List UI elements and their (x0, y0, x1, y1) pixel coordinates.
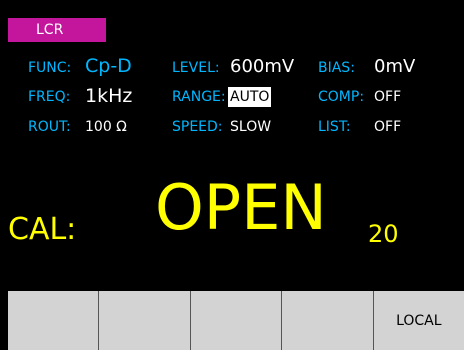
comp-value[interactable]: OFF (374, 89, 401, 105)
level-value[interactable]: 600mV (230, 56, 294, 77)
range-value[interactable]: AUTO (228, 87, 272, 107)
local-button[interactable]: LOCAL (373, 291, 464, 350)
tab-lcr[interactable]: LCR (8, 18, 106, 42)
speed-value[interactable]: SLOW (230, 119, 271, 135)
func-label: FUNC: (28, 60, 72, 76)
softkey-4[interactable] (282, 291, 374, 350)
cal-status: OPEN (155, 171, 327, 244)
bias-value[interactable]: 0mV (374, 56, 415, 77)
softkey-bar: LOCAL (8, 291, 464, 350)
comp-label: COMP: (318, 89, 365, 105)
list-label: LIST: (318, 119, 351, 135)
freq-value[interactable]: 1kHz (85, 85, 132, 107)
level-label: LEVEL: (172, 60, 220, 76)
rout-value[interactable]: 100 Ω (85, 119, 127, 135)
bias-label: BIAS: (318, 60, 355, 76)
softkey-1[interactable] (8, 291, 100, 350)
func-value[interactable]: Cp-D (85, 55, 132, 77)
range-label: RANGE: (172, 89, 226, 105)
cal-label: CAL: (8, 212, 77, 247)
freq-label: FREQ: (28, 89, 71, 105)
speed-label: SPEED: (172, 119, 223, 135)
rout-label: ROUT: (28, 119, 71, 135)
softkey-3[interactable] (190, 291, 283, 350)
list-value[interactable]: OFF (374, 119, 401, 135)
cal-count: 20 (368, 220, 399, 248)
softkey-2[interactable] (99, 291, 191, 350)
